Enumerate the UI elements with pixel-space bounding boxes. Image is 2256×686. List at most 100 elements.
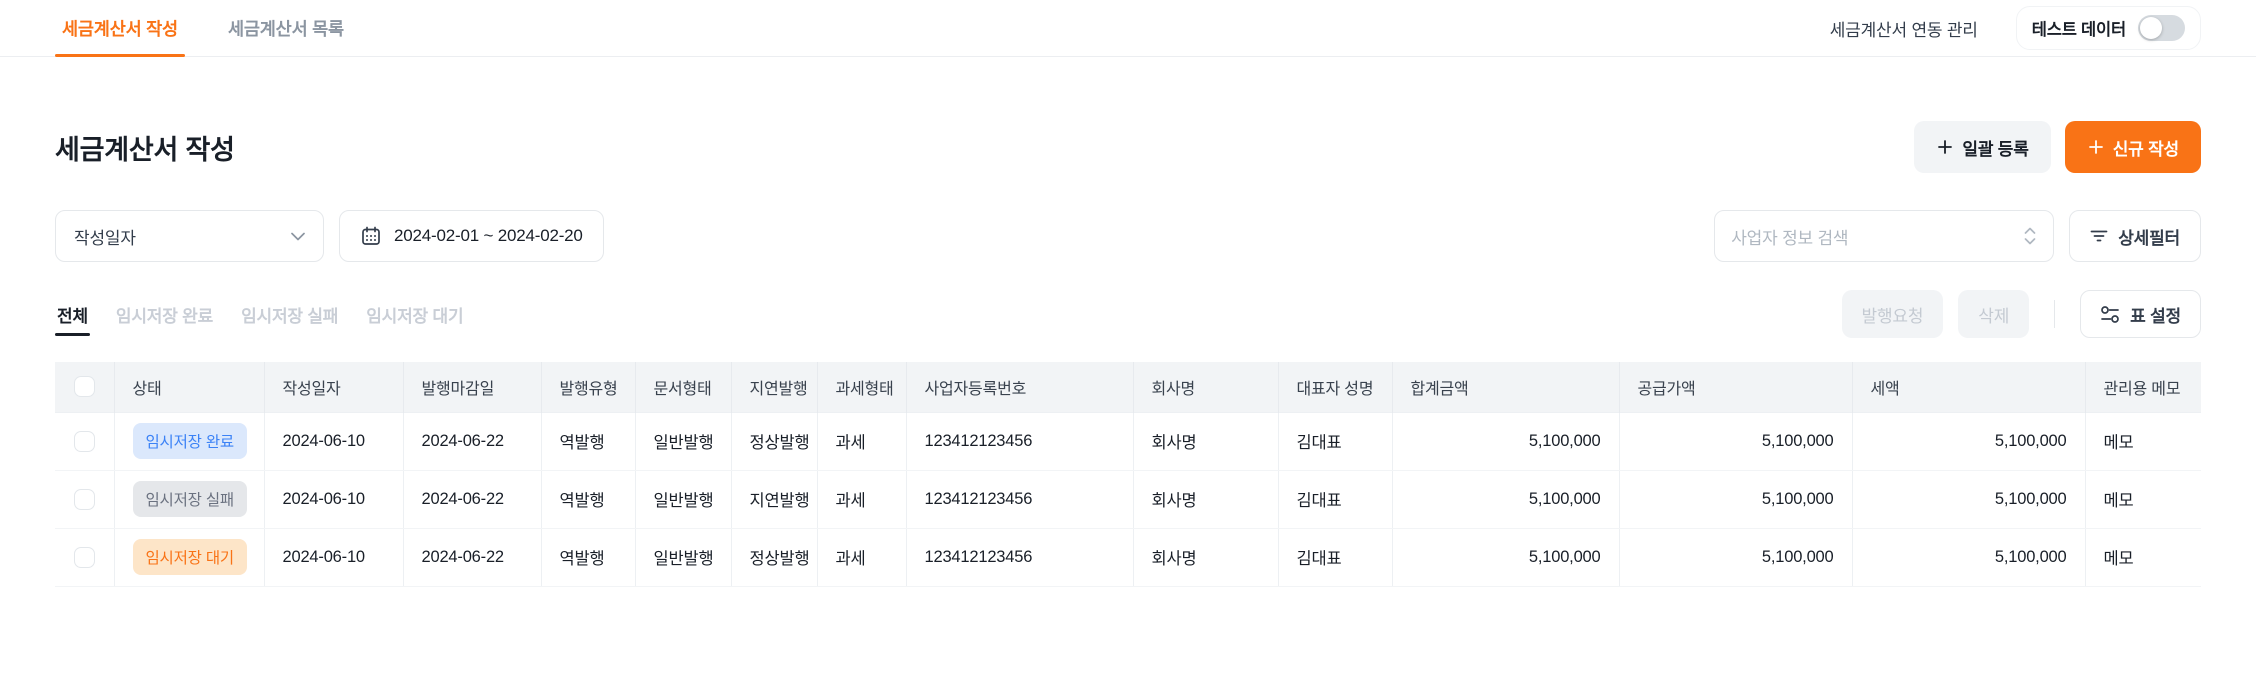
status-badge: 임시저장 대기 bbox=[132, 539, 247, 575]
invoice-sync-manage-link[interactable]: 세금계산서 연동 관리 bbox=[1830, 16, 1978, 41]
cell-issue-type: 역발행 bbox=[541, 470, 636, 529]
cell-delay: 정상발행 bbox=[731, 411, 818, 471]
cell-memo: 메모 bbox=[2085, 528, 2201, 587]
table-settings-button[interactable]: 표 설정 bbox=[2080, 290, 2201, 338]
sliders-icon bbox=[2100, 305, 2120, 324]
column-header-tax: 세액 bbox=[1852, 362, 2086, 412]
cell-tax-type: 과세 bbox=[817, 528, 907, 587]
top-nav-tabs: 세금계산서 작성 세금계산서 목록 bbox=[55, 0, 351, 57]
status-tab-all[interactable]: 전체 bbox=[55, 290, 90, 338]
cell-ceo: 김대표 bbox=[1278, 528, 1393, 587]
row-checkbox[interactable] bbox=[73, 546, 95, 568]
cell-memo: 메모 bbox=[2085, 411, 2201, 471]
filter-right: 사업자 정보 검색 상세필터 bbox=[1714, 210, 2201, 262]
cell-deadline: 2024-06-22 bbox=[403, 528, 542, 587]
date-range-picker[interactable]: 2024-02-01 ~ 2024-02-20 bbox=[339, 210, 604, 262]
status-tab-failed[interactable]: 임시저장 실패 bbox=[239, 290, 340, 338]
column-header-memo: 관리용 메모 bbox=[2085, 362, 2201, 412]
column-header-supply: 공급가액 bbox=[1619, 362, 1853, 412]
column-header-tax-type: 과세형태 bbox=[817, 362, 907, 412]
status-tabs: 전체 임시저장 완료 임시저장 실패 임시저장 대기 bbox=[55, 290, 465, 338]
cell-tax: 5,100,000 bbox=[1852, 470, 2086, 529]
row-checkbox[interactable] bbox=[73, 488, 95, 510]
detail-filter-label: 상세필터 bbox=[2118, 228, 2180, 248]
cell-company: 회사명 bbox=[1133, 411, 1279, 471]
column-header-doc-type: 문서형태 bbox=[635, 362, 732, 412]
tab-invoice-list[interactable]: 세금계산서 목록 bbox=[221, 0, 351, 56]
table-header-row: 상태 작성일자 발행마감일 발행유형 문서형태 지연발행 과세형태 사업자등록번… bbox=[55, 362, 2201, 412]
column-header-delay: 지연발행 bbox=[731, 362, 818, 412]
cell-supply: 5,100,000 bbox=[1619, 470, 1853, 529]
page-header: 세금계산서 작성 일괄 등록 신규 작성 bbox=[0, 121, 2256, 173]
test-data-label: 테스트 데이터 bbox=[2031, 21, 2126, 39]
cell-total: 5,100,000 bbox=[1392, 528, 1620, 587]
issue-request-button[interactable]: 발행요청 bbox=[1841, 290, 1944, 338]
cell-biz-no: 123412123456 bbox=[906, 528, 1134, 587]
business-search-select[interactable]: 사업자 정보 검색 bbox=[1714, 210, 2055, 262]
table-row[interactable]: 임시저장 완료 2024-06-10 2024-06-22 역발행 일반발행 정… bbox=[55, 411, 2201, 471]
new-create-label: 신규 작성 bbox=[2112, 139, 2179, 159]
date-type-value: 작성일자 bbox=[74, 228, 136, 248]
cell-ceo: 김대표 bbox=[1278, 411, 1393, 471]
invoice-table: 상태 작성일자 발행마감일 발행유형 문서형태 지연발행 과세형태 사업자등록번… bbox=[55, 362, 2201, 587]
cell-deadline: 2024-06-22 bbox=[403, 470, 542, 529]
cell-company: 회사명 bbox=[1133, 528, 1279, 587]
cell-tax-type: 과세 bbox=[817, 470, 907, 529]
test-data-toggle[interactable] bbox=[2138, 15, 2185, 41]
cell-created: 2024-06-10 bbox=[264, 470, 404, 529]
plus-icon bbox=[1936, 138, 1954, 156]
cell-biz-no: 123412123456 bbox=[906, 411, 1134, 471]
detail-filter-button[interactable]: 상세필터 bbox=[2069, 210, 2201, 262]
bulk-register-label: 일괄 등록 bbox=[1962, 139, 2029, 159]
column-header-deadline: 발행마감일 bbox=[403, 362, 542, 412]
filter-left: 작성일자 2024-02-01 ~ 2024-02-20 bbox=[55, 210, 604, 262]
chevron-down-icon bbox=[291, 232, 305, 241]
table-row[interactable]: 임시저장 대기 2024-06-10 2024-06-22 역발행 일반발행 정… bbox=[55, 528, 2201, 587]
top-nav-right: 세금계산서 연동 관리 테스트 데이터 bbox=[1830, 0, 2201, 56]
cell-issue-type: 역발행 bbox=[541, 528, 636, 587]
cell-supply: 5,100,000 bbox=[1619, 528, 1853, 587]
filter-lines-icon bbox=[2090, 229, 2108, 243]
cell-created: 2024-06-10 bbox=[264, 528, 404, 587]
cell-deadline: 2024-06-22 bbox=[403, 411, 542, 471]
date-type-select[interactable]: 작성일자 bbox=[55, 210, 324, 262]
status-actions: 발행요청 삭제 표 설정 bbox=[1841, 290, 2201, 338]
search-placeholder: 사업자 정보 검색 bbox=[1731, 228, 1849, 248]
status-row: 전체 임시저장 완료 임시저장 실패 임시저장 대기 발행요청 삭제 표 설정 bbox=[0, 290, 2256, 338]
new-create-button[interactable]: 신규 작성 bbox=[2064, 121, 2201, 173]
page-title: 세금계산서 작성 bbox=[55, 134, 235, 165]
plus-icon bbox=[2087, 138, 2105, 156]
cell-doc-type: 일반발행 bbox=[635, 411, 732, 471]
select-all-checkbox[interactable] bbox=[73, 376, 95, 398]
chevron-up-down-icon bbox=[2023, 226, 2037, 246]
cell-tax: 5,100,000 bbox=[1852, 528, 2086, 587]
column-header-ceo: 대표자 성명 bbox=[1278, 362, 1393, 412]
invoice-table-wrap: 상태 작성일자 발행마감일 발행유형 문서형태 지연발행 과세형태 사업자등록번… bbox=[55, 362, 2201, 587]
bulk-register-button[interactable]: 일괄 등록 bbox=[1914, 121, 2051, 173]
status-badge: 임시저장 완료 bbox=[132, 423, 247, 459]
table-row[interactable]: 임시저장 실패 2024-06-10 2024-06-22 역발행 일반발행 지… bbox=[55, 470, 2201, 529]
cell-tax: 5,100,000 bbox=[1852, 411, 2086, 471]
toggle-knob bbox=[2140, 17, 2162, 39]
table-settings-label: 표 설정 bbox=[2130, 306, 2181, 326]
delete-button[interactable]: 삭제 bbox=[1958, 290, 2030, 338]
cell-supply: 5,100,000 bbox=[1619, 411, 1853, 471]
status-tab-waiting[interactable]: 임시저장 대기 bbox=[364, 290, 465, 338]
calendar-icon bbox=[360, 225, 382, 247]
column-header-company: 회사명 bbox=[1133, 362, 1279, 412]
top-navigation: 세금계산서 작성 세금계산서 목록 세금계산서 연동 관리 테스트 데이터 bbox=[0, 0, 2256, 57]
status-badge: 임시저장 실패 bbox=[132, 481, 247, 517]
cell-total: 5,100,000 bbox=[1392, 470, 1620, 529]
cell-total: 5,100,000 bbox=[1392, 411, 1620, 471]
tab-invoice-create[interactable]: 세금계산서 작성 bbox=[55, 0, 185, 57]
row-checkbox[interactable] bbox=[73, 430, 95, 452]
cell-created: 2024-06-10 bbox=[264, 411, 404, 471]
vertical-divider bbox=[2054, 300, 2056, 328]
cell-memo: 메모 bbox=[2085, 470, 2201, 529]
status-tab-saved[interactable]: 임시저장 완료 bbox=[114, 290, 215, 338]
header-buttons: 일괄 등록 신규 작성 bbox=[1914, 121, 2201, 173]
test-data-pill: 테스트 데이터 bbox=[2015, 6, 2201, 50]
cell-issue-type: 역발행 bbox=[541, 411, 636, 471]
cell-doc-type: 일반발행 bbox=[635, 470, 732, 529]
column-header-created: 작성일자 bbox=[264, 362, 404, 412]
